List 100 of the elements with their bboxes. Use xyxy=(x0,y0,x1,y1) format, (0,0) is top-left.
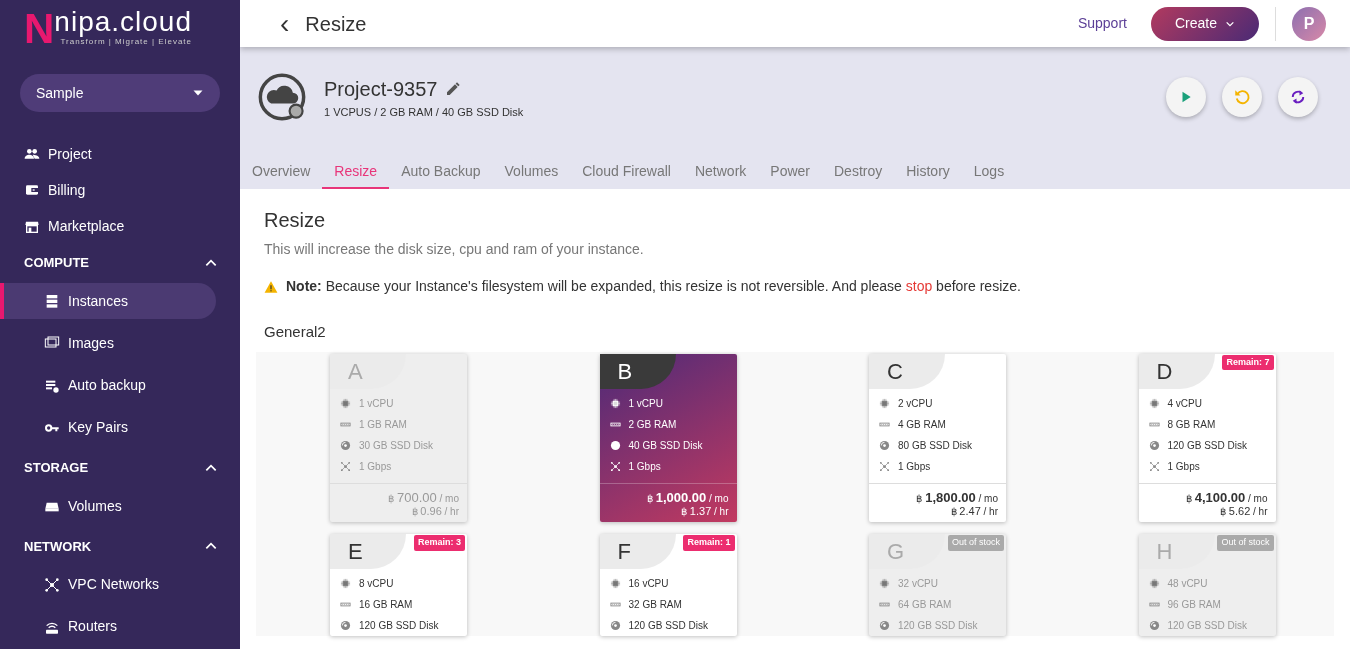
description-text: This will increase the disk size, cpu and ram of your instance. xyxy=(264,240,645,259)
plan-letter: G xyxy=(869,534,945,570)
network-icon xyxy=(44,576,60,593)
tab[interactable]: History xyxy=(894,155,962,189)
start-button[interactable] xyxy=(1166,77,1206,117)
sidebar-item[interactable]: Auto backup xyxy=(0,367,216,404)
plan-card[interactable]: D Remain: 7 4 vCPU 8 GB RAM 120 GB SSD Disk 1 Gbps ฿ 4,100.00 / mo ฿ 5.62 / hr xyxy=(1138,353,1276,523)
network-icon xyxy=(609,460,621,472)
refresh-button[interactable] xyxy=(1278,77,1318,117)
sidebar-item[interactable]: Images xyxy=(0,325,216,362)
stock-tag: Remain: 1 xyxy=(683,535,735,551)
warning-icon xyxy=(264,279,278,294)
plan-letter: C xyxy=(869,353,945,389)
spec-text: 96 GB RAM xyxy=(1167,598,1221,613)
plan-card[interactable]: E Remain: 3 8 vCPU 16 GB RAM 120 GB SSD Disk xyxy=(330,534,467,637)
spec-text: 120 GB SSD Disk xyxy=(898,619,978,634)
network-icon xyxy=(1148,460,1160,472)
pencil-icon xyxy=(445,80,462,97)
spec-text: 120 GB SSD Disk xyxy=(1167,619,1247,634)
stock-tag: Out of stock xyxy=(947,535,1004,551)
tab[interactable]: Overview xyxy=(240,155,323,189)
stock-tag: Remain: 3 xyxy=(414,535,465,551)
plan-letter: H xyxy=(1138,534,1215,570)
spec-text: 1 GB RAM xyxy=(359,417,407,432)
spec-text: 40 GB SSD Disk xyxy=(628,438,703,453)
sidebar-item[interactable]: Routers xyxy=(0,608,216,645)
logo-name: nipa.cloud xyxy=(54,8,192,36)
tab[interactable]: Network xyxy=(682,155,759,189)
monthly-price: ฿ 700.00 / mo xyxy=(387,489,459,506)
section-header[interactable]: STORAGE xyxy=(0,449,240,487)
spec-text: 64 GB RAM xyxy=(898,598,952,613)
section-title: Resize xyxy=(264,208,327,233)
network-icon xyxy=(340,460,351,472)
spec-text: 120 GB SSD Disk xyxy=(628,619,708,634)
plan-letter: B xyxy=(599,353,676,389)
chip-icon xyxy=(609,578,621,590)
spec-text: 120 GB SSD Disk xyxy=(1167,438,1247,453)
plan-card[interactable]: C 2 vCPU 4 GB RAM 80 GB SSD Disk 1 Gbps ฿ 1,800.00 / mo ฿ 2.47 / hr xyxy=(869,353,1006,523)
spec-text: 1 vCPU xyxy=(359,396,394,411)
tab[interactable]: Destroy xyxy=(822,155,895,189)
tab[interactable]: Auto Backup xyxy=(389,155,493,189)
spec-text: 8 vCPU xyxy=(359,577,394,592)
plan-letter: D xyxy=(1138,353,1215,389)
sidebar-item[interactable]: Volumes xyxy=(0,488,216,525)
spec-text: 16 GB RAM xyxy=(359,598,413,613)
logo-tagline: Transform | Migrate | Elevate xyxy=(59,37,192,48)
stop-link[interactable]: stop xyxy=(905,278,933,294)
spec-text: 1 Gbps xyxy=(628,459,661,474)
tab[interactable]: Power xyxy=(758,155,822,189)
chip-icon xyxy=(879,578,890,590)
spec-text: 120 GB SSD Disk xyxy=(359,619,439,634)
cloud-server-icon xyxy=(256,71,308,123)
logo-mark: N xyxy=(24,8,55,50)
hourly-price: ฿ 5.62 / hr xyxy=(1219,505,1268,519)
sidebar-item[interactable]: Project xyxy=(0,136,240,173)
restart-button[interactable] xyxy=(1222,77,1262,117)
spec-text: 80 GB SSD Disk xyxy=(898,438,972,453)
section-header[interactable]: COMPUTE xyxy=(0,244,240,281)
sidebar-item[interactable]: Marketplace xyxy=(0,208,240,245)
chip-icon xyxy=(1148,578,1160,590)
spec-text: 2 GB RAM xyxy=(628,417,677,432)
instance-specs: 1 VCPUS / 2 GB RAM / 40 GB SSD Disk xyxy=(324,104,524,120)
support-link[interactable]: Support xyxy=(1077,13,1127,34)
monthly-price: ฿ 4,100.00 / mo xyxy=(1184,489,1268,506)
sync-icon xyxy=(1289,88,1307,106)
chip-icon xyxy=(609,397,621,409)
spec-text: 1 Gbps xyxy=(359,459,392,474)
section-header[interactable]: NETWORK xyxy=(0,528,240,565)
spec-text: 32 vCPU xyxy=(898,577,938,592)
server-icon xyxy=(44,293,60,310)
sidebar-item[interactable]: Key Pairs xyxy=(0,409,216,446)
tab[interactable]: Volumes xyxy=(492,155,571,189)
spec-text: 48 vCPU xyxy=(1167,577,1208,592)
spec-text: 1 vCPU xyxy=(628,396,663,411)
group-title: General2 xyxy=(264,322,327,342)
page-title: Resize xyxy=(305,11,367,37)
monthly-price: ฿ 1,000.00 / mo xyxy=(645,489,729,506)
chip-icon xyxy=(879,397,890,409)
network-icon xyxy=(879,460,890,472)
instance-name: Project-9357 xyxy=(324,76,438,102)
tab[interactable]: Logs xyxy=(961,155,1017,189)
spec-text: 1 Gbps xyxy=(1167,459,1200,474)
spec-text: 8 GB RAM xyxy=(1167,417,1216,432)
spec-text: 4 GB RAM xyxy=(898,417,946,432)
sidebar-item[interactable]: Instances xyxy=(0,283,216,320)
sidebar-item[interactable]: VPC Networks xyxy=(0,566,216,603)
create-button[interactable]: Create xyxy=(1150,6,1259,41)
plan-card[interactable]: B 1 vCPU 2 GB RAM 40 GB SSD Disk 1 Gbps ฿ 1,000.00 / mo ฿ 1.37 / hr xyxy=(599,353,737,523)
spec-text: 30 GB SSD Disk xyxy=(359,438,433,453)
project-select[interactable]: Sample xyxy=(20,74,220,113)
plan-card[interactable]: F Remain: 1 16 vCPU 32 GB RAM 120 GB SSD Disk xyxy=(599,534,737,637)
tab[interactable]: Cloud Firewall xyxy=(570,155,683,189)
spec-text: 16 vCPU xyxy=(628,577,669,592)
chip-icon xyxy=(1148,397,1160,409)
spec-text: 1 Gbps xyxy=(898,459,931,474)
back-button[interactable]: ‹ xyxy=(280,2,290,45)
monthly-price: ฿ 1,800.00 / mo xyxy=(915,489,998,506)
stock-tag: Remain: 7 xyxy=(1222,354,1274,370)
note-text: Note: Because your Instance's filesystem will be expanded, this resize is not reversible. And please stop before resize. xyxy=(286,277,1021,296)
sidebar-item[interactable]: Billing xyxy=(0,172,240,209)
